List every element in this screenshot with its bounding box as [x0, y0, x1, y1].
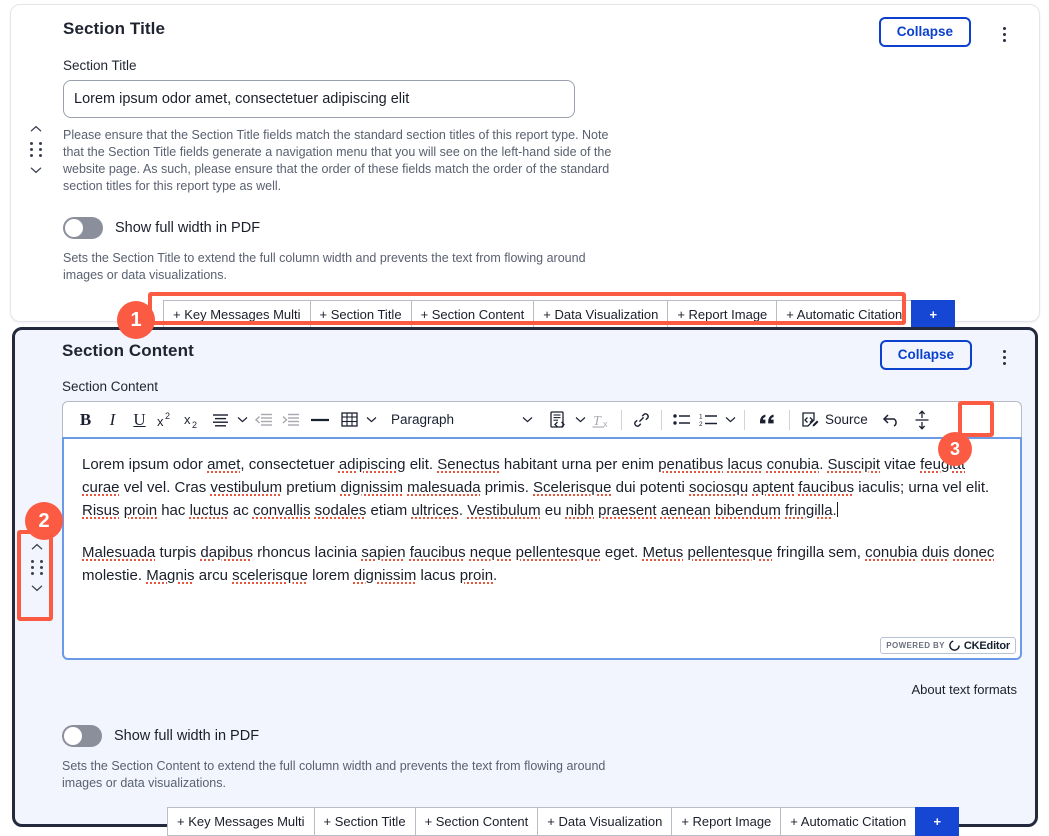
svg-text:1: 1 [699, 413, 703, 420]
chevron-down-icon[interactable] [30, 166, 42, 174]
section-title-fullwidth-toggle-row: Show full width in PDF [63, 217, 260, 239]
resize-editor-button[interactable] [909, 406, 936, 434]
add-field-button-5[interactable]: + Automatic Citation [776, 300, 911, 329]
ckeditor: B I U x2 x2 [62, 401, 1022, 660]
add-field-button-2[interactable]: + Section Content [415, 807, 538, 836]
section-content-fullwidth-toggle-row: Show full width in PDF [62, 725, 259, 747]
svg-text:2: 2 [192, 420, 197, 429]
add-field-button-4[interactable]: + Report Image [671, 807, 780, 836]
svg-text:x: x [157, 414, 164, 429]
source-button[interactable]: Source [796, 411, 872, 429]
paragraph-style-dropdown[interactable]: Paragraph [387, 406, 539, 434]
collapse-button-section-title[interactable]: Collapse [879, 17, 971, 47]
decrease-indent-button[interactable] [250, 406, 277, 434]
section-title-fullwidth-toggle[interactable] [63, 217, 103, 239]
powered-by-ckeditor-badge[interactable]: POWERED BY CKEditor [880, 637, 1016, 654]
increase-indent-button[interactable] [277, 406, 304, 434]
add-field-button-3[interactable]: + Data Visualization [537, 807, 671, 836]
ckeditor-toolbar: B I U x2 x2 [62, 401, 1022, 437]
add-field-button-0[interactable]: + Key Messages Multi [163, 300, 310, 329]
add-field-button-0[interactable]: + Key Messages Multi [167, 807, 314, 836]
section-title-drag-handle[interactable] [25, 125, 47, 174]
section-content-field-label: Section Content [62, 379, 158, 394]
add-field-more-button[interactable]: + [911, 300, 955, 329]
drag-dots-icon[interactable] [30, 142, 43, 157]
insert-table-button[interactable] [336, 406, 363, 434]
section-content-toggle-help-text: Sets the Section Content to extend the f… [62, 758, 632, 792]
svg-text:x: x [603, 419, 608, 429]
svg-text:2: 2 [699, 421, 703, 427]
source-button-label: Source [825, 412, 868, 427]
section-content-fullwidth-toggle[interactable] [62, 725, 102, 747]
text-alignment-button[interactable] [207, 406, 234, 434]
chevron-up-icon[interactable] [31, 543, 43, 551]
add-field-bar-section-title: + Key Messages Multi+ Section Title+ Sec… [163, 300, 955, 329]
section-title-help-text: Please ensure that the Section Title fie… [63, 127, 631, 195]
paragraph-style-value: Paragraph [391, 412, 454, 427]
bulleted-list-button[interactable] [668, 406, 695, 434]
bold-button[interactable]: B [72, 406, 99, 434]
remove-format-button[interactable]: T x [588, 406, 615, 434]
section-title-field-label: Section Title [63, 58, 137, 73]
italic-button[interactable]: I [99, 406, 126, 434]
section-title-more-options-icon[interactable] [995, 23, 1013, 45]
ckeditor-logo-icon [949, 640, 960, 651]
svg-text:2: 2 [165, 411, 170, 421]
editor-paragraph-1[interactable]: Lorem ipsum odor amet, consectetuer adip… [82, 453, 1002, 522]
section-content-more-options-icon[interactable] [995, 346, 1013, 368]
powered-by-label: POWERED BY [886, 641, 945, 650]
insert-template-button[interactable] [545, 406, 572, 434]
ckeditor-name: CKEditor [964, 640, 1010, 652]
annotation-badge-2: 2 [25, 502, 63, 540]
insert-template-dropdown-icon[interactable] [572, 406, 588, 434]
section-content-fullwidth-label: Show full width in PDF [114, 728, 259, 744]
underline-button[interactable]: U [126, 406, 153, 434]
list-properties-dropdown-icon[interactable] [722, 406, 738, 434]
subscript-button[interactable]: x2 [180, 406, 207, 434]
block-quote-button[interactable] [751, 406, 783, 434]
text-alignment-dropdown-icon[interactable] [234, 406, 250, 434]
section-content-panel: Section Content Collapse Section Content… [12, 327, 1038, 827]
section-title-panel: Section Title Collapse Section Title Ple… [10, 4, 1040, 322]
superscript-button[interactable]: x2 [153, 406, 180, 434]
add-field-button-4[interactable]: + Report Image [667, 300, 776, 329]
add-field-button-3[interactable]: + Data Visualization [533, 300, 667, 329]
annotation-badge-3: 3 [938, 432, 972, 466]
add-field-button-1[interactable]: + Section Title [314, 807, 415, 836]
horizontal-line-button[interactable] [304, 406, 336, 434]
about-text-formats-link[interactable]: About text formats [912, 682, 1018, 697]
add-field-bar-section-content: + Key Messages Multi+ Section Title+ Sec… [167, 807, 959, 836]
section-title-input[interactable] [63, 80, 575, 118]
ckeditor-content-area[interactable]: Lorem ipsum odor amet, consectetuer adip… [62, 437, 1022, 660]
annotation-badge-1: 1 [117, 301, 155, 339]
add-field-button-5[interactable]: + Automatic Citation [780, 807, 915, 836]
section-title-fullwidth-label: Show full width in PDF [115, 220, 260, 236]
collapse-button-section-content[interactable]: Collapse [880, 340, 972, 370]
insert-table-dropdown-icon[interactable] [363, 406, 379, 434]
add-field-button-2[interactable]: + Section Content [411, 300, 534, 329]
chevron-up-icon[interactable] [30, 125, 42, 133]
section-title-heading: Section Title [63, 19, 165, 39]
numbered-list-button[interactable]: 1 2 [695, 406, 722, 434]
editor-paragraph-2[interactable]: Malesuada turpis dapibus rhoncus lacinia… [82, 541, 1002, 587]
add-field-more-button[interactable]: + [915, 807, 959, 836]
add-field-button-1[interactable]: + Section Title [310, 300, 411, 329]
svg-text:x: x [184, 412, 191, 427]
chevron-down-icon[interactable] [31, 584, 43, 592]
section-content-heading: Section Content [62, 341, 194, 361]
link-button[interactable] [628, 406, 655, 434]
section-title-toggle-help-text: Sets the Section Title to extend the ful… [63, 250, 613, 284]
section-content-drag-handle[interactable] [26, 543, 48, 592]
drag-dots-icon[interactable] [31, 560, 44, 575]
undo-button[interactable] [878, 406, 905, 434]
